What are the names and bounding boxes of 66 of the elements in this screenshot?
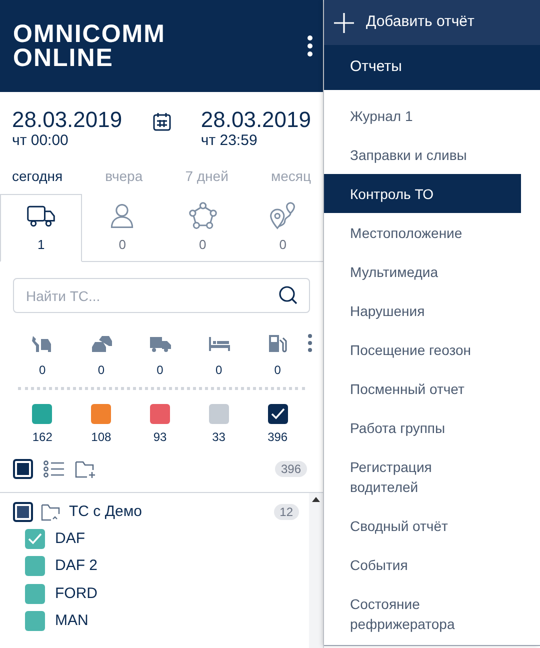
folder-icon[interactable] bbox=[41, 503, 61, 521]
report-menu-item[interactable]: Местоположение bbox=[324, 213, 540, 252]
vehicle-label[interactable]: DAF bbox=[55, 528, 85, 550]
status-count: 0 bbox=[274, 362, 281, 379]
color-filter-checkbox[interactable] bbox=[150, 404, 170, 424]
end-date[interactable]: 28.03.2019 bbox=[200, 108, 311, 132]
report-menu-item[interactable]: Состояние рефрижератора bbox=[324, 584, 540, 643]
scroll-up-icon[interactable] bbox=[312, 497, 320, 502]
menu-title: Отчеты bbox=[324, 45, 540, 90]
report-menu-item[interactable]: Контроль ТО bbox=[324, 174, 521, 213]
add-folder-icon[interactable] bbox=[75, 459, 97, 479]
total-count: 396 bbox=[274, 461, 307, 477]
report-menu-item[interactable]: Посменный отчет bbox=[324, 369, 540, 408]
logo: OMNICOMM ONLINE bbox=[13, 22, 166, 70]
status-count: 0 bbox=[39, 362, 46, 379]
scrollbar[interactable] bbox=[309, 493, 323, 648]
start-time[interactable]: чт 00:00 bbox=[12, 132, 122, 150]
report-menu-item[interactable]: Работа группы bbox=[324, 408, 540, 447]
object-tab[interactable]: 1 bbox=[0, 194, 82, 262]
plus-icon bbox=[334, 12, 354, 32]
group-checkbox[interactable] bbox=[13, 502, 33, 522]
search-icon[interactable] bbox=[278, 285, 298, 305]
report-menu-item[interactable]: Сводный отчёт bbox=[324, 506, 540, 545]
add-report-button[interactable]: Добавить отчёт bbox=[324, 0, 540, 45]
color-filter-checkbox[interactable] bbox=[91, 404, 112, 424]
fuel-pump-icon[interactable] bbox=[266, 333, 289, 353]
more-icon[interactable] bbox=[307, 35, 313, 57]
period-tab[interactable]: сегодня bbox=[12, 164, 63, 188]
color-filter-checkbox[interactable] bbox=[32, 404, 52, 424]
route-pin-icon bbox=[268, 200, 298, 231]
vehicle-checkbox[interactable] bbox=[25, 584, 45, 604]
color-count: 93 bbox=[153, 429, 167, 446]
object-tab[interactable]: 0 bbox=[162, 194, 243, 261]
report-menu-item[interactable]: Мультимедиа bbox=[324, 252, 540, 291]
status-count: 0 bbox=[215, 362, 222, 379]
calendar-icon[interactable] bbox=[152, 112, 172, 132]
report-menu-item[interactable]: Заправки и сливы bbox=[324, 135, 540, 174]
list-icon[interactable] bbox=[43, 460, 65, 478]
vehicle-checkbox[interactable] bbox=[25, 611, 45, 632]
report-menu-item[interactable]: Посещение геозон bbox=[324, 330, 540, 369]
polygon-icon bbox=[188, 200, 218, 231]
vehicle-label[interactable]: MAN bbox=[55, 610, 88, 632]
report-menu-item[interactable]: Нарушения bbox=[324, 291, 540, 330]
color-count: 162 bbox=[32, 429, 52, 446]
group-label[interactable]: ТС с Демо bbox=[69, 500, 266, 524]
report-menu-item[interactable]: Регистрация водителей bbox=[324, 447, 540, 506]
color-filter-checkbox[interactable] bbox=[208, 404, 229, 424]
report-menu-item[interactable]: Журнал 1 bbox=[324, 96, 540, 135]
vehicle-label[interactable]: FORD bbox=[55, 582, 98, 605]
report-menu-item[interactable]: События bbox=[324, 545, 540, 584]
group-count: 12 bbox=[274, 504, 299, 520]
vehicle-label[interactable]: DAF 2 bbox=[55, 555, 98, 578]
color-count: 33 bbox=[212, 429, 226, 446]
color-count: 396 bbox=[268, 429, 288, 446]
status-count: 0 bbox=[156, 362, 164, 379]
status-count: 0 bbox=[98, 362, 105, 379]
end-time[interactable]: чт 23:59 bbox=[200, 132, 311, 150]
vehicle-checkbox[interactable] bbox=[25, 556, 45, 576]
start-date[interactable]: 28.03.2019 bbox=[12, 108, 122, 132]
object-tab[interactable]: 0 bbox=[82, 194, 162, 261]
color-count: 108 bbox=[91, 429, 112, 446]
select-all-checkbox[interactable] bbox=[13, 459, 33, 479]
vehicle-checkbox[interactable] bbox=[25, 528, 45, 549]
object-tab[interactable]: 0 bbox=[242, 194, 323, 261]
color-filter-checkbox[interactable] bbox=[268, 404, 288, 424]
search-field[interactable]: Найти ТС... bbox=[13, 278, 310, 313]
